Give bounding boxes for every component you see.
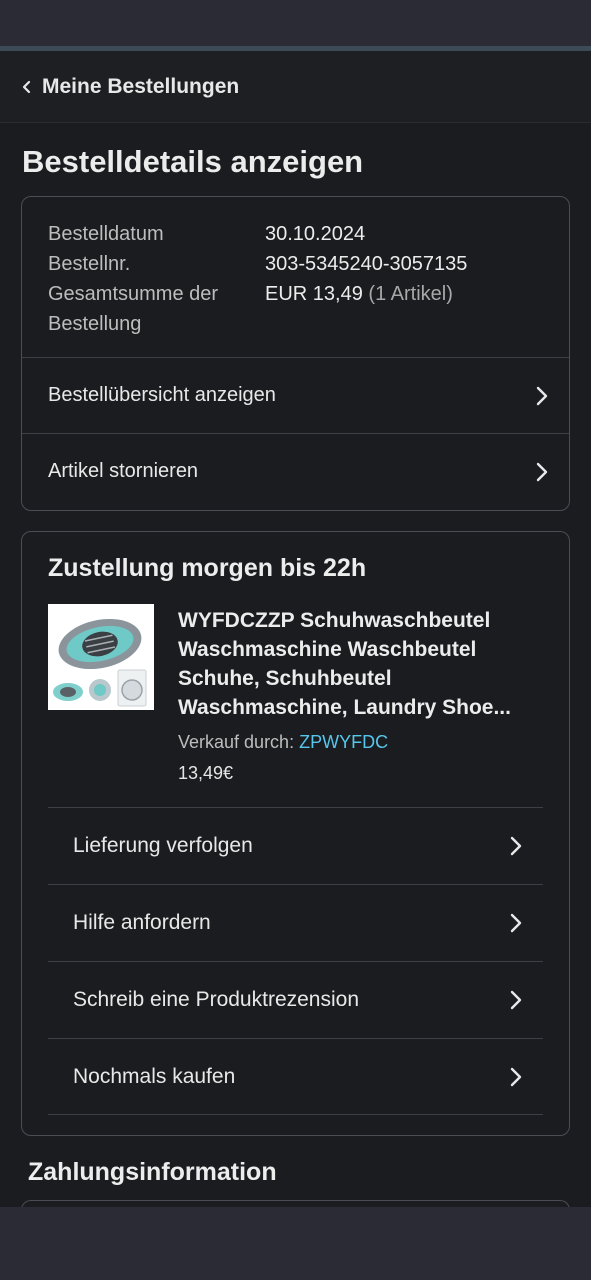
seller-link[interactable]: ZPWYFDC bbox=[299, 732, 388, 752]
request-help-button[interactable]: Hilfe anfordern bbox=[48, 884, 543, 961]
order-date-row: Bestelldatum 30.10.2024 bbox=[48, 219, 467, 249]
chevron-right-icon bbox=[509, 835, 523, 857]
order-date-value: 30.10.2024 bbox=[265, 223, 366, 245]
order-number-row: Bestellnr. 303-5345240-3057135 bbox=[48, 249, 467, 279]
buy-again-button[interactable]: Nochmals kaufen bbox=[48, 1038, 543, 1115]
seller-label: Verkauf durch: bbox=[178, 732, 295, 752]
back-navigation[interactable]: Meine Bestellungen bbox=[0, 51, 591, 123]
order-number-value: 303-5345240-3057135 bbox=[265, 253, 468, 275]
system-navigation-bar bbox=[0, 1207, 591, 1280]
chevron-right-icon bbox=[535, 461, 549, 483]
delivery-card: Zustellung morgen bis 22h WYFDCZZP Schuh… bbox=[21, 531, 570, 1136]
product-price: 13,49€ bbox=[178, 763, 234, 783]
track-delivery-label: Lieferung verfolgen bbox=[73, 834, 253, 857]
order-total-value-wrap: EUR 13,49 (1 Artikel) bbox=[265, 279, 453, 339]
seller-info: Verkauf durch: ZPWYFDC bbox=[178, 732, 388, 753]
buy-again-label: Nochmals kaufen bbox=[73, 1065, 236, 1088]
order-meta: Bestelldatum 30.10.2024 Bestellnr. 303-5… bbox=[48, 219, 467, 339]
product-image[interactable] bbox=[48, 604, 154, 710]
product-title[interactable]: WYFDCZZP Schuhwaschbeutel Waschmaschine … bbox=[178, 606, 548, 722]
view-order-summary-link[interactable]: Bestellübersicht anzeigen bbox=[22, 357, 569, 433]
order-total-row: Gesamtsumme der Bestellung EUR 13,49 (1 … bbox=[48, 279, 467, 339]
chevron-right-icon bbox=[535, 385, 549, 407]
chevron-right-icon bbox=[509, 912, 523, 934]
order-total-label: Gesamtsumme der Bestellung bbox=[48, 283, 219, 335]
chevron-right-icon bbox=[509, 1066, 523, 1088]
order-number-label: Bestellnr. bbox=[48, 253, 131, 275]
write-review-button[interactable]: Schreib eine Produktrezension bbox=[48, 961, 543, 1038]
system-status-bar bbox=[0, 0, 591, 46]
chevron-left-icon[interactable] bbox=[20, 80, 34, 94]
chevron-right-icon bbox=[509, 989, 523, 1011]
write-review-label: Schreib eine Produktrezension bbox=[73, 988, 360, 1011]
order-summary-card: Bestelldatum 30.10.2024 Bestellnr. 303-5… bbox=[21, 196, 570, 511]
track-delivery-button[interactable]: Lieferung verfolgen bbox=[48, 807, 543, 884]
cancel-items-label: Artikel stornieren bbox=[48, 460, 199, 482]
page-title: Bestelldetails anzeigen bbox=[22, 144, 364, 179]
order-date-label: Bestelldatum bbox=[48, 223, 164, 245]
payment-section-title: Zahlungsinformation bbox=[28, 1158, 277, 1186]
order-total-value: EUR 13,49 bbox=[265, 283, 363, 305]
delivery-title: Zustellung morgen bis 22h bbox=[48, 554, 367, 582]
view-order-summary-label: Bestellübersicht anzeigen bbox=[48, 384, 276, 406]
cancel-items-link[interactable]: Artikel stornieren bbox=[22, 433, 569, 509]
order-item-count: (1 Artikel) bbox=[368, 283, 453, 305]
divider bbox=[48, 1114, 543, 1115]
back-link-label[interactable]: Meine Bestellungen bbox=[42, 75, 239, 99]
request-help-label: Hilfe anfordern bbox=[73, 911, 211, 934]
